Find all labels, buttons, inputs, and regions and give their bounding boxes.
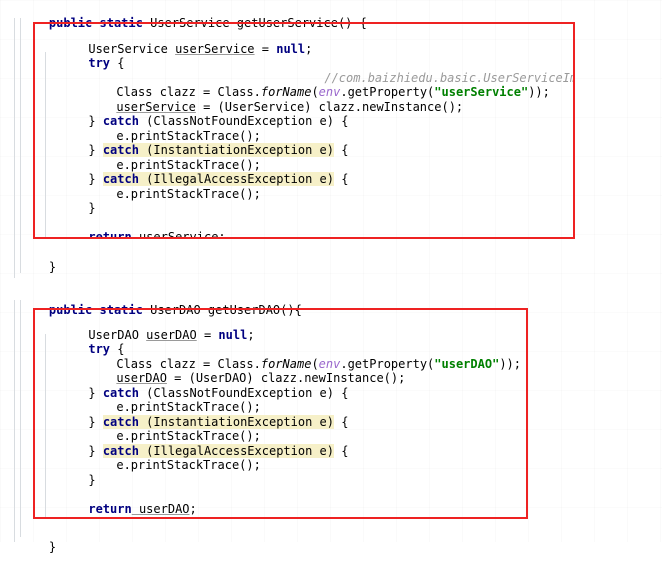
brace-open: { bbox=[334, 143, 349, 157]
code-body-block-2: UserDAO userDAO = null; try { Class claz… bbox=[35, 310, 526, 517]
indent-guide-4 bbox=[20, 300, 21, 537]
indent-guide-2 bbox=[20, 18, 21, 273]
brace-open: { bbox=[110, 56, 125, 70]
paren-close: )); bbox=[499, 356, 521, 371]
semicolon: ; bbox=[247, 327, 255, 342]
keyword-try: try bbox=[88, 56, 111, 70]
keyword-return: return bbox=[88, 230, 132, 237]
keyword-null: null bbox=[276, 41, 306, 56]
brace-close: } bbox=[88, 472, 96, 487]
brace-open: { bbox=[334, 414, 349, 429]
semicolon: ; bbox=[218, 230, 226, 237]
method-close-brace-1: } bbox=[20, 245, 56, 289]
keyword-null: null bbox=[218, 327, 248, 342]
brace-open: { bbox=[334, 443, 349, 458]
paren-close: )); bbox=[528, 85, 550, 99]
keyword-return: return bbox=[88, 501, 132, 516]
line-return-userdao: return userDAO; bbox=[45, 487, 197, 517]
semicolon: ; bbox=[305, 41, 313, 56]
variable-userdao: userDAO bbox=[146, 327, 197, 342]
brace-open: { bbox=[334, 172, 349, 186]
call-printstacktrace: e.printStackTrace(); bbox=[116, 186, 261, 201]
line-printstacktrace-3: e.printStackTrace(); bbox=[73, 172, 261, 216]
method-close-brace-2: } bbox=[20, 525, 56, 569]
call-printstacktrace: e.printStackTrace(); bbox=[116, 458, 261, 472]
brace-close: } bbox=[88, 201, 96, 215]
brace-close: } bbox=[48, 259, 57, 274]
operator-assign: = bbox=[254, 41, 277, 56]
indent-guide-1 bbox=[14, 18, 15, 278]
indent-guide-3 bbox=[14, 300, 15, 542]
code-editor-canvas: public static UserService getUserService… bbox=[0, 0, 662, 554]
variable-userservice: userService bbox=[175, 41, 255, 56]
code-body-block-1: UserService userService = null; try { //… bbox=[35, 24, 573, 238]
operator-assign: = bbox=[196, 327, 219, 342]
line-return-userservice: return userService; bbox=[45, 216, 226, 237]
line-printstacktrace-3: e.printStackTrace(); bbox=[73, 444, 261, 488]
semicolon: ; bbox=[189, 501, 197, 516]
variable-userdao-return: userDAO bbox=[131, 501, 190, 516]
string-literal-userdao: "userDAO" bbox=[434, 356, 500, 371]
variable-userservice-return: userService bbox=[131, 230, 219, 237]
